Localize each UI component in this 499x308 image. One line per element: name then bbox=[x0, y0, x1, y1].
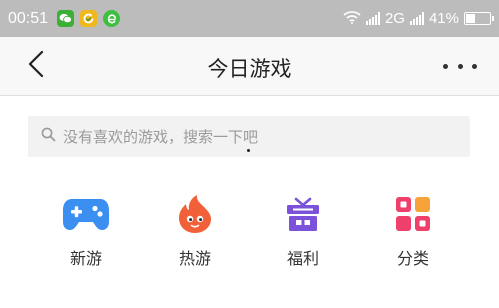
more-dot bbox=[443, 63, 448, 69]
more-dot bbox=[472, 63, 477, 69]
battery-icon bbox=[464, 12, 494, 25]
status-bar: 00:51 2G 41% bbox=[0, 0, 499, 37]
category-hot-games[interactable]: 热游 bbox=[150, 194, 240, 269]
category-grid-icon bbox=[388, 194, 438, 234]
touch-cursor bbox=[247, 149, 250, 152]
wechat-icon bbox=[57, 10, 75, 27]
network-type: 2G bbox=[384, 10, 405, 27]
refresh-icon bbox=[80, 10, 98, 27]
more-options-button[interactable] bbox=[443, 55, 477, 77]
gift-icon bbox=[278, 194, 328, 234]
category-benefits[interactable]: 福利 bbox=[258, 194, 348, 269]
category-label: 新游 bbox=[69, 249, 102, 268]
browser-e-icon bbox=[103, 10, 121, 27]
category-label: 热游 bbox=[178, 249, 211, 268]
page-title: 今日游戏 bbox=[207, 57, 292, 81]
search-input[interactable] bbox=[63, 116, 470, 157]
signal-strength-icon-2 bbox=[409, 12, 424, 25]
battery-percent: 41% bbox=[428, 10, 459, 27]
category-categories[interactable]: 分类 bbox=[368, 194, 458, 269]
category-row: 新游 热游 福利 分类 bbox=[0, 194, 499, 274]
signal-strength-icon bbox=[365, 12, 380, 25]
fire-icon bbox=[170, 194, 220, 234]
category-label: 福利 bbox=[286, 249, 319, 268]
wifi-icon bbox=[343, 10, 361, 28]
category-new-games[interactable]: 新游 bbox=[41, 194, 131, 269]
gamepad-icon bbox=[61, 194, 111, 234]
search-icon bbox=[41, 127, 56, 146]
more-dot bbox=[457, 63, 463, 69]
main-content: 新游 热游 bbox=[0, 96, 499, 308]
status-time: 00:51 bbox=[8, 9, 49, 27]
nav-bar: 今日游戏 bbox=[0, 37, 499, 96]
status-left: 00:51 bbox=[8, 9, 121, 28]
status-right: 2G 41% bbox=[343, 10, 494, 28]
battery-fill bbox=[466, 14, 476, 23]
category-label: 分类 bbox=[396, 249, 429, 268]
